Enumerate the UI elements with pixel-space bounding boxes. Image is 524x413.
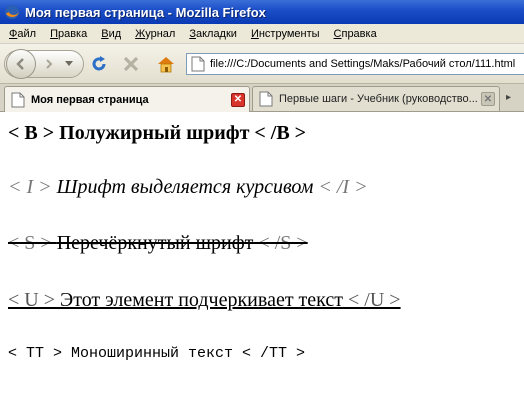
page-icon (11, 92, 25, 107)
url-bar[interactable]: file:///C:/Documents and Settings/Maks/Р… (186, 53, 524, 75)
italic-close-tag: < /I > (313, 176, 368, 198)
menu-tools[interactable]: Инструменты (244, 28, 327, 40)
menu-help[interactable]: Справка (327, 28, 384, 40)
menu-file[interactable]: Файл (2, 28, 43, 40)
menu-edit-label: равка (57, 27, 88, 40)
tab-label: Моя первая страница (31, 93, 149, 106)
underline-text: Этот элемент подчеркивает текст (60, 289, 344, 311)
page-icon (191, 56, 205, 72)
underline-close-tag: < /U > (343, 289, 401, 311)
italic-text-line: < I > Шрифт выделяется курсивом < /I > (8, 176, 368, 199)
menu-bookmarks-mnemonic: З (189, 27, 196, 40)
menu-edit-mnemonic: П (50, 27, 58, 40)
strike-text: Перечёркнутый шрифт (56, 232, 254, 254)
page-content: < B > Полужирный шрифт < /B > < I > Шриф… (0, 113, 524, 413)
menu-tools-label: нструменты (258, 27, 320, 40)
tab-close-icon[interactable]: ✕ (231, 92, 245, 107)
menu-view-label: ид (108, 27, 122, 40)
menu-file-label: айл (17, 27, 37, 40)
strike-close-tag: < /S > (253, 232, 308, 254)
history-dropdown-button[interactable] (62, 58, 76, 70)
back-button[interactable] (6, 49, 36, 79)
underline-text-line: < U > Этот элемент подчеркивает текст < … (8, 289, 401, 312)
firefox-icon (5, 5, 19, 19)
url-text: file:///C:/Documents and Settings/Maks/Р… (210, 58, 516, 70)
menu-view[interactable]: Вид (94, 28, 128, 40)
menu-edit[interactable]: Правка (43, 28, 94, 40)
italic-text: Шрифт выделяется курсивом (56, 176, 314, 198)
tab-my-first-page[interactable]: Моя первая страница ✕ (4, 86, 250, 112)
menu-history[interactable]: Журнал (128, 28, 182, 40)
window-title: Моя первая страница - Mozilla Firefox (25, 4, 266, 20)
tab-first-steps[interactable]: Первые шаги - Учебник (руководство... ✕ (252, 86, 500, 111)
strike-open-tag: < S > (8, 232, 57, 254)
tab-scroll-right-icon[interactable]: ▸ (506, 92, 520, 106)
menu-bookmarks[interactable]: Закладки (182, 28, 244, 40)
window-titlebar[interactable]: Моя первая страница - Mozilla Firefox (0, 0, 524, 24)
strike-text-line: < S > Перечёркнутый шрифт < /S > (8, 232, 308, 255)
back-arrow-icon (16, 58, 24, 70)
tab-close-icon[interactable]: ✕ (481, 92, 495, 106)
tab-strip: Моя первая страница ✕ Первые шаги - Учеб… (0, 84, 524, 112)
chevron-down-icon (65, 61, 73, 66)
forward-button[interactable] (40, 56, 58, 72)
navigation-toolbar: file:///C:/Documents and Settings/Maks/Р… (0, 44, 524, 84)
reload-icon[interactable] (90, 55, 108, 73)
underline-open-tag: < U > (8, 289, 61, 311)
menu-help-label: правка (341, 27, 377, 40)
bold-text-line: < B > Полужирный шрифт < /B > (8, 122, 307, 144)
menu-bookmarks-label: акладки (195, 27, 237, 40)
menu-view-mnemonic: В (101, 27, 109, 40)
italic-open-tag: < I > (8, 176, 57, 198)
home-icon[interactable] (156, 54, 176, 74)
menu-tools-mnemonic: И (250, 27, 259, 40)
menu-history-mnemonic: Ж (135, 27, 146, 40)
stop-icon[interactable] (122, 55, 140, 73)
tab-label: Первые шаги - Учебник (руководство... (279, 93, 478, 105)
menu-history-label: урнал (145, 27, 176, 40)
page-icon (259, 91, 273, 107)
menu-bar: Файл Правка Вид Журнал Закладки Инструме… (0, 24, 524, 44)
monospace-text-line: < TT > Моноширинный текст < /TT > (8, 345, 306, 362)
forward-arrow-icon (46, 59, 53, 69)
